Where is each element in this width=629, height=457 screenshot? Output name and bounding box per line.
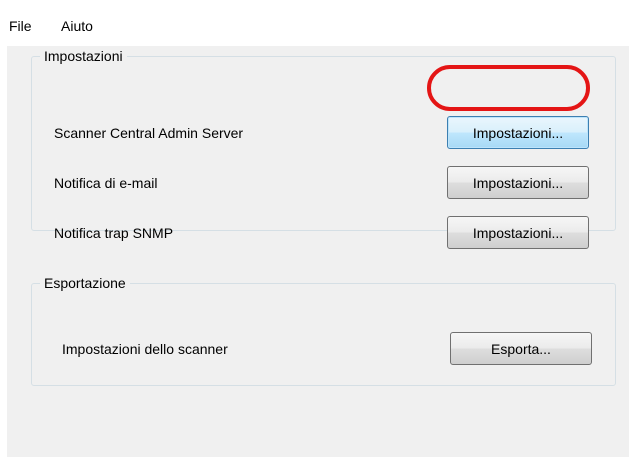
export-button[interactable]: Esporta... [450,332,592,365]
snmp-trap-settings-button[interactable]: Impostazioni... [447,216,589,249]
scanner-central-admin-label: Scanner Central Admin Server [54,125,244,141]
snmp-trap-label: Notifica trap SNMP [54,225,174,241]
settings-group: Impostazioni Scanner Central Admin Serve… [31,47,616,249]
export-group: Esportazione Impostazioni dello scanner … [31,274,616,386]
email-notification-settings-button[interactable]: Impostazioni... [447,166,589,199]
export-group-title: Esportazione [40,274,130,292]
menu-aiuto[interactable]: Aiuto [61,17,93,35]
settings-group-title: Impostazioni [40,47,127,65]
menu-file[interactable]: File [9,17,32,35]
email-notification-label: Notifica di e-mail [54,175,158,191]
scanner-central-admin-settings-button[interactable]: Impostazioni... [447,116,589,149]
menu-bar: File Aiuto [0,0,629,46]
scanner-settings-label: Impostazioni dello scanner [62,341,228,357]
